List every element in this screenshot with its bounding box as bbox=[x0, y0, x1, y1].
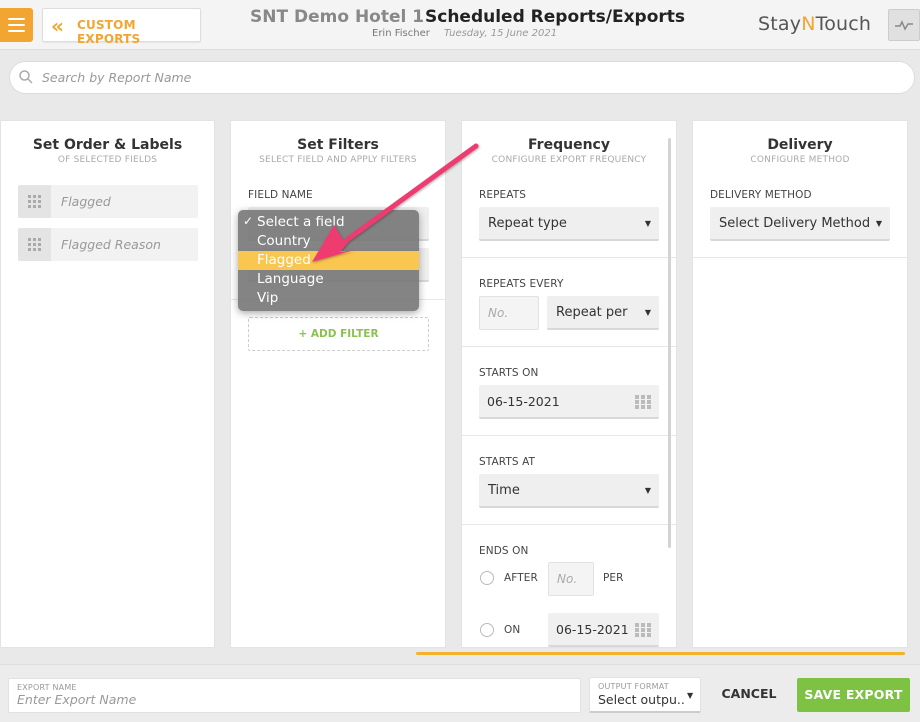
ends-on-label: ENDS ON bbox=[479, 545, 529, 557]
repeat-type-select[interactable]: Repeat type ▼ bbox=[479, 207, 659, 241]
caret-down-icon: ▼ bbox=[644, 308, 651, 317]
dropdown-option-language[interactable]: Language bbox=[238, 270, 419, 289]
divider bbox=[462, 346, 676, 347]
activity-button[interactable] bbox=[888, 9, 920, 41]
starts-on-label: STARTS ON bbox=[479, 367, 539, 379]
frequency-panel: Frequency CONFIGURE EXPORT FREQUENCY REP… bbox=[461, 120, 677, 648]
delivery-panel-title: Delivery bbox=[767, 137, 833, 153]
ends-after-count-input[interactable]: No. bbox=[548, 562, 594, 596]
repeat-per-select[interactable]: Repeat per ▼ bbox=[547, 296, 659, 330]
option-label: Country bbox=[257, 233, 311, 249]
per-label: PER bbox=[603, 572, 624, 584]
option-label: Select a field bbox=[257, 214, 345, 230]
output-format-value: Select outpu.. bbox=[598, 692, 685, 707]
repeats-every-input[interactable]: No. bbox=[479, 296, 539, 330]
ends-on-date-value: 06-15-2021 bbox=[556, 622, 629, 637]
menu-icon-bar bbox=[8, 18, 25, 20]
starts-at-value: Time bbox=[488, 483, 520, 498]
field-label[interactable]: Flagged bbox=[61, 194, 111, 209]
repeat-type-value: Repeat type bbox=[488, 216, 567, 231]
progress-underline bbox=[416, 652, 905, 655]
calendar-icon[interactable] bbox=[635, 395, 651, 409]
ends-on-radio[interactable] bbox=[480, 623, 494, 637]
activity-icon bbox=[895, 20, 913, 31]
frequency-scrollbar[interactable] bbox=[668, 138, 671, 548]
after-label: AFTER bbox=[504, 572, 538, 584]
divider bbox=[462, 435, 676, 436]
option-label: Vip bbox=[257, 290, 279, 306]
option-label: Language bbox=[257, 271, 324, 287]
checkmark-icon: ✓ bbox=[243, 214, 254, 228]
repeat-per-value: Repeat per bbox=[556, 305, 628, 320]
order-labels-panel: Set Order & Labels OF SELECTED FIELDS Fl… bbox=[0, 120, 215, 648]
caret-down-icon: ▼ bbox=[644, 486, 651, 495]
ends-on-date-input[interactable]: 06-15-2021 bbox=[548, 613, 659, 647]
starts-at-label: STARTS AT bbox=[479, 456, 536, 468]
divider bbox=[693, 257, 907, 258]
order-panel-subtitle: OF SELECTED FIELDS bbox=[57, 155, 158, 165]
selected-field-item[interactable]: Flagged bbox=[18, 185, 198, 218]
user-name: Erin Fischer bbox=[372, 28, 430, 39]
export-name-placeholder: Enter Export Name bbox=[17, 692, 137, 707]
starts-at-select[interactable]: Time ▼ bbox=[479, 474, 659, 508]
page-title: Scheduled Reports/Exports bbox=[425, 7, 686, 27]
delivery-panel-subtitle: CONFIGURE METHOD bbox=[750, 155, 850, 165]
back-button-label: CUSTOM EXPORTS bbox=[77, 18, 141, 46]
brand-logo: StayNTouch bbox=[758, 13, 872, 35]
cancel-button[interactable]: CANCEL bbox=[714, 679, 784, 709]
caret-down-icon: ▼ bbox=[875, 219, 882, 228]
dropdown-option-country[interactable]: Country bbox=[238, 232, 419, 251]
option-label: Flagged bbox=[257, 252, 311, 268]
export-name-label: EXPORT NAME bbox=[17, 683, 77, 692]
on-label: ON bbox=[504, 624, 521, 636]
frequency-panel-title: Frequency bbox=[528, 137, 610, 153]
filters-panel-subtitle: SELECT FIELD AND APPLY FILTERS bbox=[259, 155, 417, 165]
add-filter-label: + ADD FILTER bbox=[298, 328, 379, 340]
field-name-dropdown[interactable]: ✓ Select a field Country Flagged Languag… bbox=[238, 210, 419, 311]
search-placeholder: Search by Report Name bbox=[42, 70, 192, 85]
repeats-every-label: REPEATS EVERY bbox=[479, 278, 564, 290]
delivery-method-label: DELIVERY METHOD bbox=[710, 189, 812, 201]
double-chevron-left-icon: « bbox=[51, 14, 64, 38]
repeats-label: REPEATS bbox=[479, 189, 527, 201]
search-icon bbox=[19, 70, 33, 84]
add-filter-button[interactable]: + ADD FILTER bbox=[248, 317, 429, 351]
calendar-icon[interactable] bbox=[635, 623, 651, 637]
drag-handle-icon[interactable] bbox=[18, 228, 51, 261]
delivery-panel: Delivery CONFIGURE METHOD DELIVERY METHO… bbox=[692, 120, 908, 648]
save-export-button[interactable]: SAVE EXPORT bbox=[797, 678, 910, 712]
field-label[interactable]: Flagged Reason bbox=[61, 237, 161, 252]
caret-down-icon: ▼ bbox=[687, 691, 694, 700]
dropdown-option-flagged[interactable]: Flagged bbox=[238, 251, 419, 270]
custom-exports-back-button[interactable]: « CUSTOM EXPORTS bbox=[42, 8, 201, 46]
filters-panel: Set Filters SELECT FIELD AND APPLY FILTE… bbox=[230, 120, 446, 648]
dropdown-option-select-a-field[interactable]: ✓ Select a field bbox=[238, 213, 419, 232]
delivery-method-select[interactable]: Select Delivery Method ▼ bbox=[710, 207, 890, 241]
output-format-label: OUTPUT FORMAT bbox=[598, 682, 669, 691]
filters-panel-title: Set Filters bbox=[297, 137, 379, 153]
dropdown-option-vip[interactable]: Vip bbox=[238, 289, 419, 308]
divider bbox=[462, 257, 676, 258]
field-name-label: FIELD NAME bbox=[248, 189, 313, 201]
menu-icon-bar bbox=[8, 30, 25, 32]
hotel-name: SNT Demo Hotel 1 bbox=[250, 7, 425, 27]
delivery-method-value: Select Delivery Method bbox=[719, 216, 871, 231]
starts-on-date-input[interactable]: 06-15-2021 bbox=[479, 385, 659, 419]
drag-handle-icon[interactable] bbox=[18, 185, 51, 218]
ends-after-radio[interactable] bbox=[480, 571, 494, 585]
menu-icon-bar bbox=[8, 24, 25, 26]
selected-field-item[interactable]: Flagged Reason bbox=[18, 228, 198, 261]
frequency-panel-subtitle: CONFIGURE EXPORT FREQUENCY bbox=[491, 155, 647, 165]
menu-button[interactable] bbox=[0, 8, 33, 42]
starts-on-value: 06-15-2021 bbox=[487, 394, 560, 409]
divider bbox=[462, 524, 676, 525]
business-date: Tuesday, 15 June 2021 bbox=[444, 28, 558, 39]
caret-down-icon: ▼ bbox=[644, 219, 651, 228]
order-panel-title: Set Order & Labels bbox=[32, 137, 183, 153]
